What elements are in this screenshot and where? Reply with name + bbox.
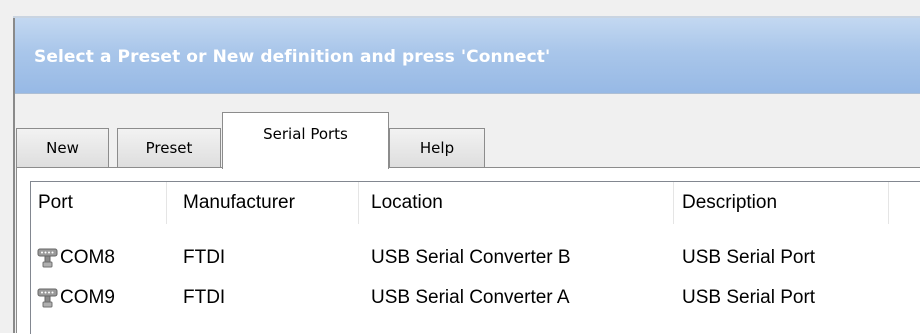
table-row[interactable]: COM8 FTDI USB Serial Converter B USB Ser… [31,242,920,274]
column-header-location[interactable]: Location [364,182,674,224]
instruction-text: Select a Preset or New definition and pr… [34,47,551,67]
manufacturer-value: FTDI [183,287,226,308]
location-cell: USB Serial Converter A [364,282,674,314]
description-cell: USB Serial Port [675,282,889,314]
serial-port-icon [37,287,59,309]
description-value: USB Serial Port [682,247,816,268]
location-value: USB Serial Converter B [371,247,571,268]
description-value: USB Serial Port [682,287,816,308]
manufacturer-cell: FTDI [176,282,359,314]
manufacturer-value: FTDI [183,247,226,268]
tab-strip-divider [16,167,920,168]
location-value: USB Serial Converter A [371,287,570,308]
tab-help[interactable]: Help [389,128,485,167]
tab-serial-ports-label: Serial Ports [263,125,348,143]
tab-help-label: Help [419,139,455,157]
description-cell: USB Serial Port [675,242,889,274]
tab-preset-label: Preset [145,139,193,157]
column-header-description-label: Description [682,192,778,213]
tab-preset[interactable]: Preset [117,128,221,167]
column-header-manufacturer-label: Manufacturer [183,192,295,213]
column-header-port[interactable]: Port [31,182,167,224]
column-header-location-label: Location [371,192,443,213]
tab-serial-ports[interactable]: Serial Ports [222,112,389,169]
port-cell: COM8 [37,242,177,274]
tab-new-label: New [46,139,79,157]
location-cell: USB Serial Converter B [364,242,674,274]
serial-ports-table[interactable]: Port Manufacturer Location Description C… [30,181,920,334]
serial-port-icon [37,247,59,269]
column-header-port-label: Port [38,192,73,213]
port-cell: COM9 [37,282,177,314]
column-header-manufacturer[interactable]: Manufacturer [176,182,359,224]
window-top-strip [0,0,920,16]
port-name: COM9 [60,287,115,308]
connect-window: Select a Preset or New definition and pr… [0,0,920,334]
tab-new[interactable]: New [16,128,109,167]
table-row[interactable]: COM9 FTDI USB Serial Converter A USB Ser… [31,282,920,314]
manufacturer-cell: FTDI [176,242,359,274]
port-name: COM8 [60,247,115,268]
column-header-description[interactable]: Description [675,182,889,224]
table-header: Port Manufacturer Location Description [31,182,920,224]
